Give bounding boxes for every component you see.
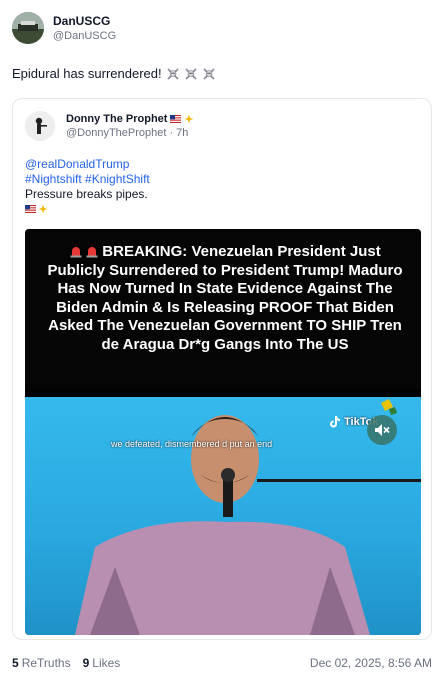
post-text: Epidural has surrendered!: [12, 66, 215, 81]
post-footer: 5 ReTruths 9 Likes Dec 02, 2025, 8:56 AM: [12, 656, 432, 670]
mention-link[interactable]: @realDonaldTrump: [25, 157, 150, 172]
post-body: Epidural has surrendered!: [12, 66, 162, 81]
video-subtitle: we defeated, dismembered d put an end: [111, 439, 273, 449]
quoted-post[interactable]: Donny The Prophet @DonnyTheProphet · 7h …: [12, 98, 432, 640]
us-flag-icon: [25, 205, 36, 213]
quoted-author-avatar[interactable]: [25, 111, 55, 141]
video-player[interactable]: BREAKING: Venezuelan President Just Publ…: [25, 229, 421, 635]
retruths-label: ReTruths: [21, 656, 71, 670]
skull-crossbones-icon: [167, 67, 179, 80]
dizzy-sparkle-icon: [184, 114, 194, 124]
author-display-name[interactable]: DanUSCG: [53, 14, 116, 29]
post-emojis: [167, 67, 215, 80]
author-avatar[interactable]: [12, 12, 44, 44]
dizzy-sparkle-icon: [38, 204, 48, 214]
siren-icon: [86, 247, 98, 258]
quoted-handle[interactable]: @DonnyTheProphet: [66, 126, 166, 140]
skull-crossbones-icon: [203, 67, 215, 80]
quoted-emojis: [25, 202, 150, 216]
likes-label: Likes: [92, 656, 121, 670]
retruths-count: 5: [12, 656, 19, 670]
us-flag-icon: [170, 115, 182, 123]
likes-stat[interactable]: 9 Likes: [83, 656, 121, 670]
post-author[interactable]: DanUSCG @DanUSCG: [12, 12, 116, 44]
quoted-text: Pressure breaks pipes.: [25, 187, 148, 201]
quoted-body: @realDonaldTrump #Nightshift #KnightShif…: [25, 157, 150, 216]
quoted-display-name[interactable]: Donny The Prophet: [66, 112, 167, 126]
retruths-stat[interactable]: 5 ReTruths: [12, 656, 71, 670]
siren-icon: [70, 247, 82, 258]
video-headline: BREAKING: Venezuelan President Just Publ…: [47, 243, 403, 353]
author-handle[interactable]: @DanUSCG: [53, 29, 116, 43]
video-headline-panel: BREAKING: Venezuelan President Just Publ…: [25, 229, 421, 389]
siren-icons: [69, 244, 99, 258]
quoted-author[interactable]: Donny The Prophet @DonnyTheProphet · 7h: [25, 111, 194, 141]
video-frame[interactable]: [25, 397, 421, 635]
video-still: [75, 399, 421, 635]
separator: ·: [169, 127, 174, 139]
post-date[interactable]: Dec 02, 2025, 8:56 AM: [310, 656, 432, 670]
tiktok-icon: [330, 416, 340, 428]
mute-button[interactable]: [367, 415, 397, 445]
skull-crossbones-icon: [185, 67, 197, 80]
quoted-time[interactable]: 7h: [176, 126, 188, 140]
speaker-muted-icon: [375, 424, 390, 436]
hashtag-links[interactable]: #Nightshift #KnightShift: [25, 172, 150, 187]
likes-count: 9: [82, 656, 90, 670]
